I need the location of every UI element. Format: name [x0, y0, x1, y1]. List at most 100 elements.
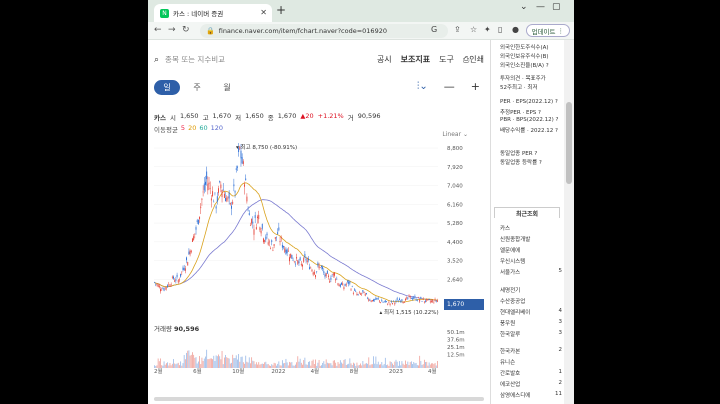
ma120-line: [154, 199, 438, 301]
zoom-out-icon[interactable]: —: [444, 80, 455, 93]
candle: [376, 297, 378, 299]
volume-bar: [435, 365, 437, 368]
vertical-scrollbar[interactable]: [564, 40, 574, 404]
volume-bar: [407, 361, 409, 368]
star-icon[interactable]: ☆: [470, 25, 477, 34]
recent-stock-item[interactable]: 수산중공업: [500, 297, 525, 305]
zoom-in-icon[interactable]: +: [471, 80, 480, 93]
link-indicators[interactable]: 보조지표: [401, 54, 430, 65]
extensions-icon[interactable]: ✦: [484, 25, 491, 34]
recent-stock-item[interactable]: 에코산업: [500, 380, 520, 388]
volume-bar: [309, 361, 311, 368]
candle: [234, 191, 236, 193]
candle: [277, 232, 279, 235]
period-week[interactable]: 주: [184, 80, 210, 95]
maximize-icon[interactable]: ▢: [552, 2, 561, 12]
recent-stock-item[interactable]: 간로발호: [500, 369, 520, 377]
profile-avatar-icon[interactable]: ●: [512, 25, 519, 34]
minimize-icon[interactable]: —: [536, 2, 545, 12]
date-tick-label: 2월: [154, 367, 163, 375]
chart-grid: [154, 147, 438, 280]
link-tools[interactable]: 도구: [439, 54, 454, 65]
stock-search[interactable]: ⌕ 종목 또는 지수비교: [154, 54, 225, 65]
period-month[interactable]: 월: [214, 80, 240, 95]
volume-bar: [396, 361, 398, 368]
volume-bar: [294, 364, 296, 368]
candle: [272, 250, 274, 251]
recent-stock-item[interactable]: 삼영에스디에: [500, 391, 530, 399]
candle: [331, 275, 333, 277]
recent-stock-item[interactable]: 카스: [500, 224, 510, 232]
back-arrow-icon[interactable]: ←: [154, 25, 162, 35]
google-icon[interactable]: G: [431, 25, 437, 34]
vertical-scrollbar-thumb[interactable]: [566, 102, 572, 184]
reload-icon[interactable]: ↻: [182, 25, 190, 35]
recent-stock-item[interactable]: 한국카본: [500, 347, 520, 355]
scale-toggle[interactable]: Linear ⌄: [442, 131, 468, 138]
candle: [218, 188, 219, 193]
candle: [225, 198, 227, 202]
sidebar-icon[interactable]: ▯: [498, 25, 502, 34]
address-bar[interactable]: 🔒 finance.naver.com/item/fchart.naver?co…: [200, 24, 448, 38]
candle: [393, 300, 395, 302]
recent-stock-item[interactable]: 신원종합개발: [500, 235, 530, 243]
recent-stock-item[interactable]: 한국알루: [500, 330, 520, 338]
volume-bar: [339, 360, 341, 368]
volume-bar: [322, 362, 324, 368]
candle: [389, 303, 391, 305]
candle: [219, 181, 221, 183]
candle: [299, 257, 301, 261]
volume-bar: [177, 362, 179, 368]
price-tick-label: 5,280: [447, 221, 463, 227]
volume-bar: [325, 359, 327, 368]
candle: [406, 297, 408, 299]
candle: [164, 287, 166, 289]
share-icon[interactable]: ⇪: [454, 25, 461, 34]
volume-bar: [164, 364, 166, 368]
volume-bar: [284, 362, 286, 368]
recent-stock-item[interactable]: 엘문에에: [500, 246, 520, 254]
recent-view-tab[interactable]: 최근조회: [494, 207, 560, 218]
recent-stock-count: 3: [558, 329, 563, 336]
update-button[interactable]: 업데이트 ⋮: [525, 24, 570, 37]
volume-bar: [328, 363, 329, 368]
chart-horizontal-scrollbar[interactable]: [154, 397, 484, 401]
recent-stock-item[interactable]: 서울가스: [500, 268, 520, 276]
recent-stock-item[interactable]: 유니슨: [500, 358, 515, 366]
forward-arrow-icon[interactable]: →: [168, 25, 176, 35]
link-disclosure[interactable]: 공시: [377, 54, 392, 65]
new-tab-icon[interactable]: +: [276, 3, 286, 17]
volume-bar: [192, 352, 193, 368]
tab-close-icon[interactable]: ✕: [260, 8, 267, 17]
price-chart[interactable]: 8,800 7,920 7,040 6,160 5,280 4,400 3,520 2,640…: [148, 140, 491, 404]
candle: [419, 299, 421, 302]
volume-bar: [364, 363, 366, 368]
volume-bar: [157, 358, 159, 368]
candlestick-type-icon[interactable]: ⫶⌄: [417, 81, 428, 92]
volume-bar: [259, 364, 261, 368]
stock-info-item: 동일업종 PER ?: [500, 151, 538, 157]
browser-tab[interactable]: N 카스 : 네이버 증권 ✕: [154, 4, 272, 22]
candle: [156, 283, 158, 285]
tab-title: 카스 : 네이버 증권: [173, 10, 224, 18]
candle: [347, 280, 348, 282]
candle: [362, 290, 364, 292]
volume-bar: [387, 364, 389, 368]
volume-bar: [207, 359, 209, 368]
volume-bar: [212, 359, 213, 368]
volume-bar: [227, 358, 229, 368]
period-day[interactable]: 일: [154, 80, 180, 95]
link-print[interactable]: ⎙인쇄: [463, 54, 484, 65]
recent-stock-item[interactable]: 우신시스템: [500, 257, 525, 265]
candle: [181, 271, 183, 273]
link-print-label: 인쇄: [469, 55, 484, 64]
recent-stock-item[interactable]: 풍우원: [500, 319, 515, 327]
recent-stock-item[interactable]: 세명전기: [500, 286, 520, 294]
volume-bar: [379, 364, 380, 368]
candle: [345, 284, 347, 286]
chevron-down-icon[interactable]: ⌄: [520, 2, 528, 12]
volume-bar: [292, 365, 294, 368]
candle: [283, 246, 285, 248]
recent-stock-item[interactable]: 현대엘리베이: [500, 308, 530, 316]
candle: [284, 248, 286, 253]
